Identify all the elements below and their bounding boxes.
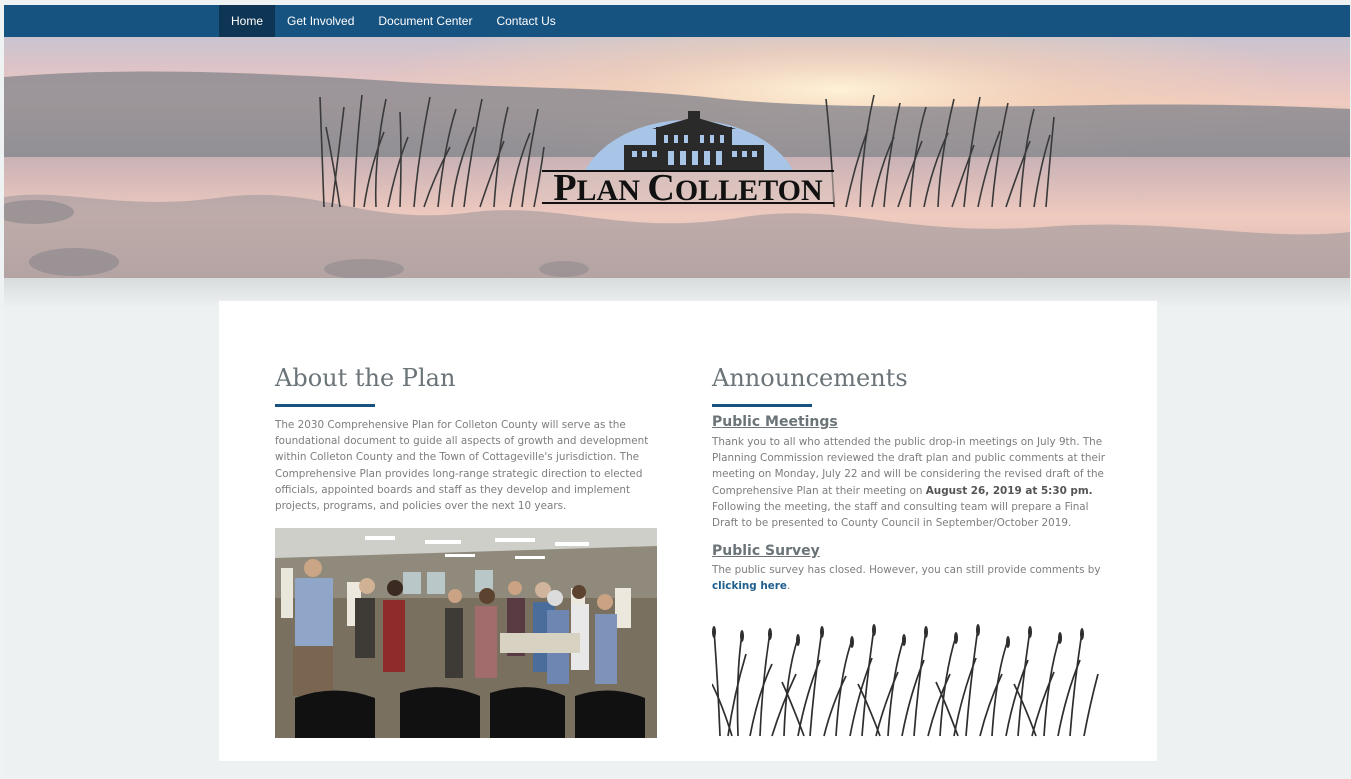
nav-item-get-involved[interactable]: Get Involved [275, 5, 366, 37]
meetings-text-part2: Following the meeting, the staff and con… [712, 500, 1089, 530]
nav-item-home[interactable]: Home [219, 5, 276, 37]
survey-end: . [786, 580, 791, 593]
clicking-here-link[interactable]: clicking here [712, 580, 787, 592]
public-survey-heading: Public Survey [712, 543, 820, 559]
meeting-photo-art [275, 528, 657, 738]
top-navbar: Home Get Involved Document Center Contac… [4, 5, 1350, 37]
public-meetings-heading: Public Meetings [712, 414, 838, 430]
hero-banner: PLAN COLLETON [4, 37, 1350, 278]
grass-illustration [712, 624, 1099, 737]
about-body: The 2030 Comprehensive Plan for Colleton… [275, 419, 649, 513]
about-title-underline [275, 404, 375, 407]
nav-item-document-center[interactable]: Document Center [366, 5, 484, 37]
meetings-date: August 26, 2019 at 5:30 pm. [925, 484, 1093, 497]
nav-item-contact-us[interactable]: Contact Us [484, 5, 567, 37]
announcements-title: Announcements [712, 364, 908, 392]
public-survey-text: The public survey has closed. However, y… [712, 562, 1107, 594]
announcements-title-underline [712, 404, 812, 407]
nav-menu: Home Get Involved Document Center Contac… [219, 5, 568, 37]
page-frame: Home Get Involved Document Center Contac… [4, 5, 1350, 778]
marsh-patch [29, 248, 119, 276]
survey-text: The public survey has closed. However, y… [712, 564, 1101, 576]
marsh-patch [539, 261, 589, 277]
meeting-photo [275, 528, 657, 738]
public-meetings-text: Thank you to all who attended the public… [712, 434, 1107, 531]
hero-scene: PLAN COLLETON [4, 37, 1350, 278]
about-title: About the Plan [275, 364, 456, 392]
logo-text: PLAN COLLETON [553, 167, 823, 209]
content-card: About the Plan The 2030 Comprehensive Pl… [219, 301, 1157, 761]
